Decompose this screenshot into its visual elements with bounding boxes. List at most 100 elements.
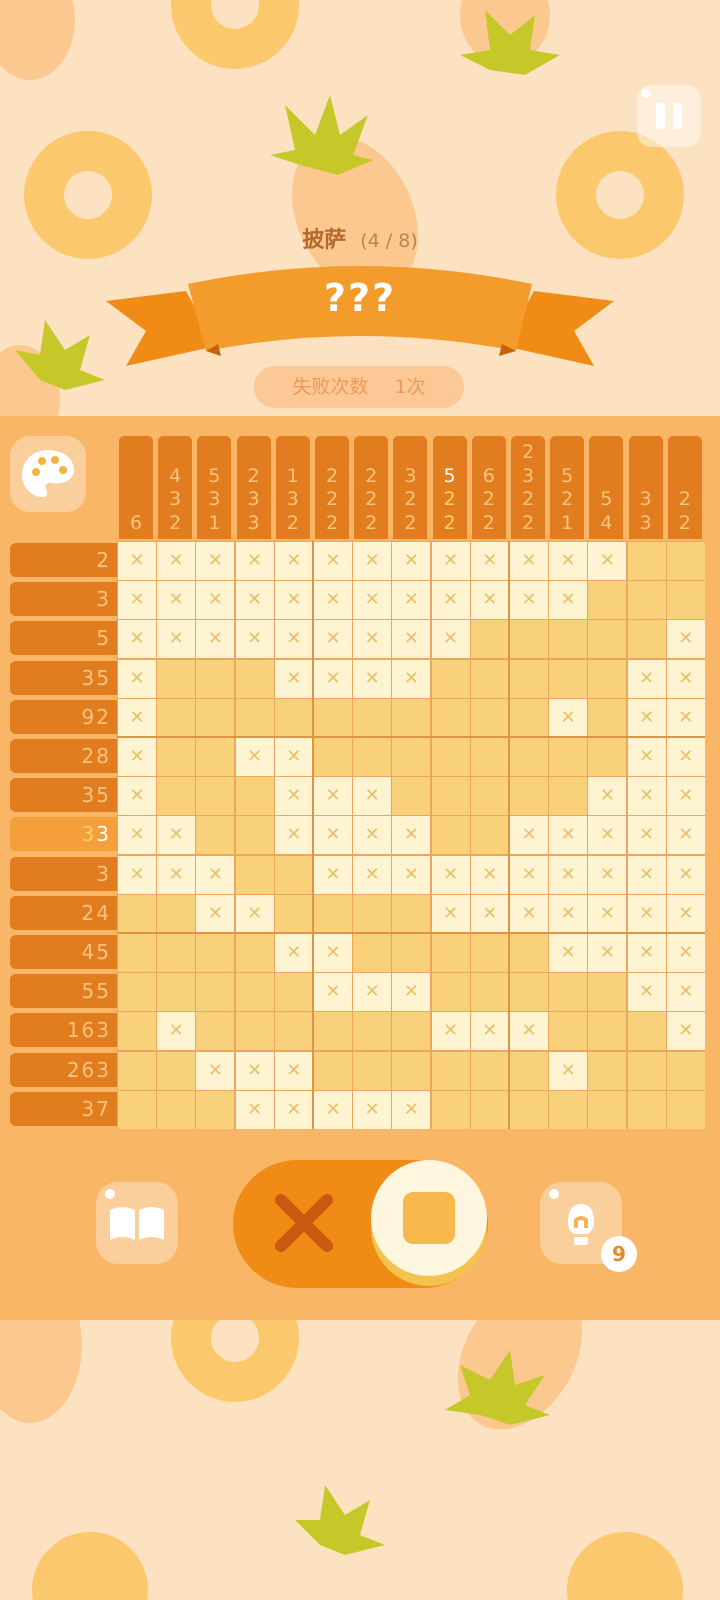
grid-cell-crossed[interactable]: ✕ [353, 659, 392, 698]
grid-cell-empty[interactable] [118, 1051, 156, 1090]
grid-cell-empty[interactable] [157, 659, 196, 698]
grid-cell-empty[interactable] [235, 973, 274, 1012]
grid-cell-crossed[interactable]: ✕ [157, 816, 196, 855]
grid-cell-empty[interactable] [588, 973, 627, 1012]
grid-cell-empty[interactable] [470, 1051, 509, 1090]
grid-cell-empty[interactable] [353, 738, 392, 776]
grid-cell-crossed[interactable]: ✕ [549, 894, 588, 933]
grid-cell-crossed[interactable]: ✕ [392, 816, 431, 855]
grid-cell-empty[interactable] [588, 659, 627, 698]
grid-cell-empty[interactable] [510, 1090, 548, 1129]
grid-cell-empty[interactable] [392, 934, 431, 972]
grid-cell-empty[interactable] [274, 973, 313, 1012]
grid-cell-crossed[interactable]: ✕ [235, 542, 274, 580]
grid-cell-empty[interactable] [470, 973, 509, 1012]
grid-cell-crossed[interactable]: ✕ [431, 855, 470, 894]
grid-cell-crossed[interactable]: ✕ [392, 855, 431, 894]
grid-cell-crossed[interactable]: ✕ [666, 738, 705, 776]
grid-cell-crossed[interactable]: ✕ [235, 1090, 274, 1129]
grid-cell-empty[interactable] [157, 894, 196, 933]
toggle-knob[interactable] [371, 1160, 487, 1276]
grid-cell-empty[interactable] [353, 1012, 392, 1051]
grid-cell-empty[interactable] [314, 738, 352, 776]
grid-cell-crossed[interactable]: ✕ [353, 855, 392, 894]
grid-cell-crossed[interactable]: ✕ [392, 973, 431, 1012]
grid-cell-crossed[interactable]: ✕ [353, 973, 392, 1012]
grid-cell-crossed[interactable]: ✕ [196, 1051, 235, 1090]
grid-cell-crossed[interactable]: ✕ [118, 542, 156, 580]
grid-cell-empty[interactable] [274, 698, 313, 737]
grid-cell-crossed[interactable]: ✕ [510, 1012, 548, 1051]
grid-cell-empty[interactable] [314, 894, 352, 933]
grid-cell-crossed[interactable]: ✕ [627, 934, 666, 972]
grid-cell-empty[interactable] [157, 738, 196, 776]
grid-cell-crossed[interactable]: ✕ [470, 542, 509, 580]
grid-cell-empty[interactable] [392, 894, 431, 933]
grid-cell-crossed[interactable]: ✕ [470, 581, 509, 620]
grid-cell-crossed[interactable]: ✕ [157, 581, 196, 620]
grid-cell-crossed[interactable]: ✕ [196, 855, 235, 894]
grid-cell-crossed[interactable]: ✕ [353, 1090, 392, 1129]
grid-cell-crossed[interactable]: ✕ [588, 934, 627, 972]
grid-cell-empty[interactable] [627, 620, 666, 659]
grid-cell-crossed[interactable]: ✕ [666, 816, 705, 855]
grid-cell-crossed[interactable]: ✕ [627, 973, 666, 1012]
grid-cell-empty[interactable] [392, 1051, 431, 1090]
grid-cell-empty[interactable] [235, 659, 274, 698]
grid-cell-crossed[interactable]: ✕ [157, 542, 196, 580]
grid-cell-empty[interactable] [157, 934, 196, 972]
grid-cell-crossed[interactable]: ✕ [353, 620, 392, 659]
grid-cell-crossed[interactable]: ✕ [235, 738, 274, 776]
grid-cell-empty[interactable] [510, 738, 548, 776]
grid-cell-empty[interactable] [431, 738, 470, 776]
grid-cell-crossed[interactable]: ✕ [666, 698, 705, 737]
grid-cell-crossed[interactable]: ✕ [666, 855, 705, 894]
grid-cell-crossed[interactable]: ✕ [549, 698, 588, 737]
grid-cell-crossed[interactable]: ✕ [118, 738, 156, 776]
grid-cell-crossed[interactable]: ✕ [157, 620, 196, 659]
grid-cell-empty[interactable] [196, 777, 235, 816]
grid-cell-crossed[interactable]: ✕ [274, 1090, 313, 1129]
grid-cell-empty[interactable] [353, 934, 392, 972]
grid-cell-crossed[interactable]: ✕ [196, 581, 235, 620]
grid-cell-crossed[interactable]: ✕ [392, 659, 431, 698]
grid-cell-empty[interactable] [392, 738, 431, 776]
grid-cell-crossed[interactable]: ✕ [666, 659, 705, 698]
grid-cell-crossed[interactable]: ✕ [588, 816, 627, 855]
grid-cell-empty[interactable] [196, 816, 235, 855]
grid-cell-empty[interactable] [627, 1012, 666, 1051]
grid-cell-empty[interactable] [666, 1090, 705, 1129]
grid-cell-empty[interactable] [470, 659, 509, 698]
grid-cell-empty[interactable] [118, 894, 156, 933]
grid-cell-empty[interactable] [157, 698, 196, 737]
grid-cell-empty[interactable] [666, 542, 705, 580]
grid-cell-empty[interactable] [235, 934, 274, 972]
grid-cell-empty[interactable] [627, 1051, 666, 1090]
grid-cell-empty[interactable] [118, 934, 156, 972]
grid-cell-crossed[interactable]: ✕ [353, 777, 392, 816]
grid-cell-empty[interactable] [157, 973, 196, 1012]
grid-cell-empty[interactable] [235, 698, 274, 737]
grid-cell-crossed[interactable]: ✕ [627, 659, 666, 698]
grid-cell-empty[interactable] [274, 894, 313, 933]
grid-cell-empty[interactable] [196, 1090, 235, 1129]
grid-cell-empty[interactable] [470, 698, 509, 737]
grid-cell-crossed[interactable]: ✕ [549, 855, 588, 894]
grid-cell-crossed[interactable]: ✕ [118, 816, 156, 855]
grid-cell-empty[interactable] [549, 1012, 588, 1051]
grid-cell-crossed[interactable]: ✕ [666, 934, 705, 972]
grid-cell-empty[interactable] [470, 777, 509, 816]
grid-cell-crossed[interactable]: ✕ [314, 581, 352, 620]
grid-cell-empty[interactable] [431, 934, 470, 972]
grid-cell-crossed[interactable]: ✕ [118, 698, 156, 737]
grid-cell-crossed[interactable]: ✕ [627, 777, 666, 816]
grid-cell-empty[interactable] [196, 698, 235, 737]
grid-cell-crossed[interactable]: ✕ [510, 855, 548, 894]
grid-cell-empty[interactable] [235, 855, 274, 894]
grid-cell-crossed[interactable]: ✕ [196, 894, 235, 933]
grid-cell-crossed[interactable]: ✕ [549, 542, 588, 580]
grid-cell-empty[interactable] [431, 1090, 470, 1129]
grid-cell-crossed[interactable]: ✕ [549, 816, 588, 855]
grid-cell-crossed[interactable]: ✕ [588, 777, 627, 816]
cross-mode-icon[interactable] [271, 1190, 337, 1256]
